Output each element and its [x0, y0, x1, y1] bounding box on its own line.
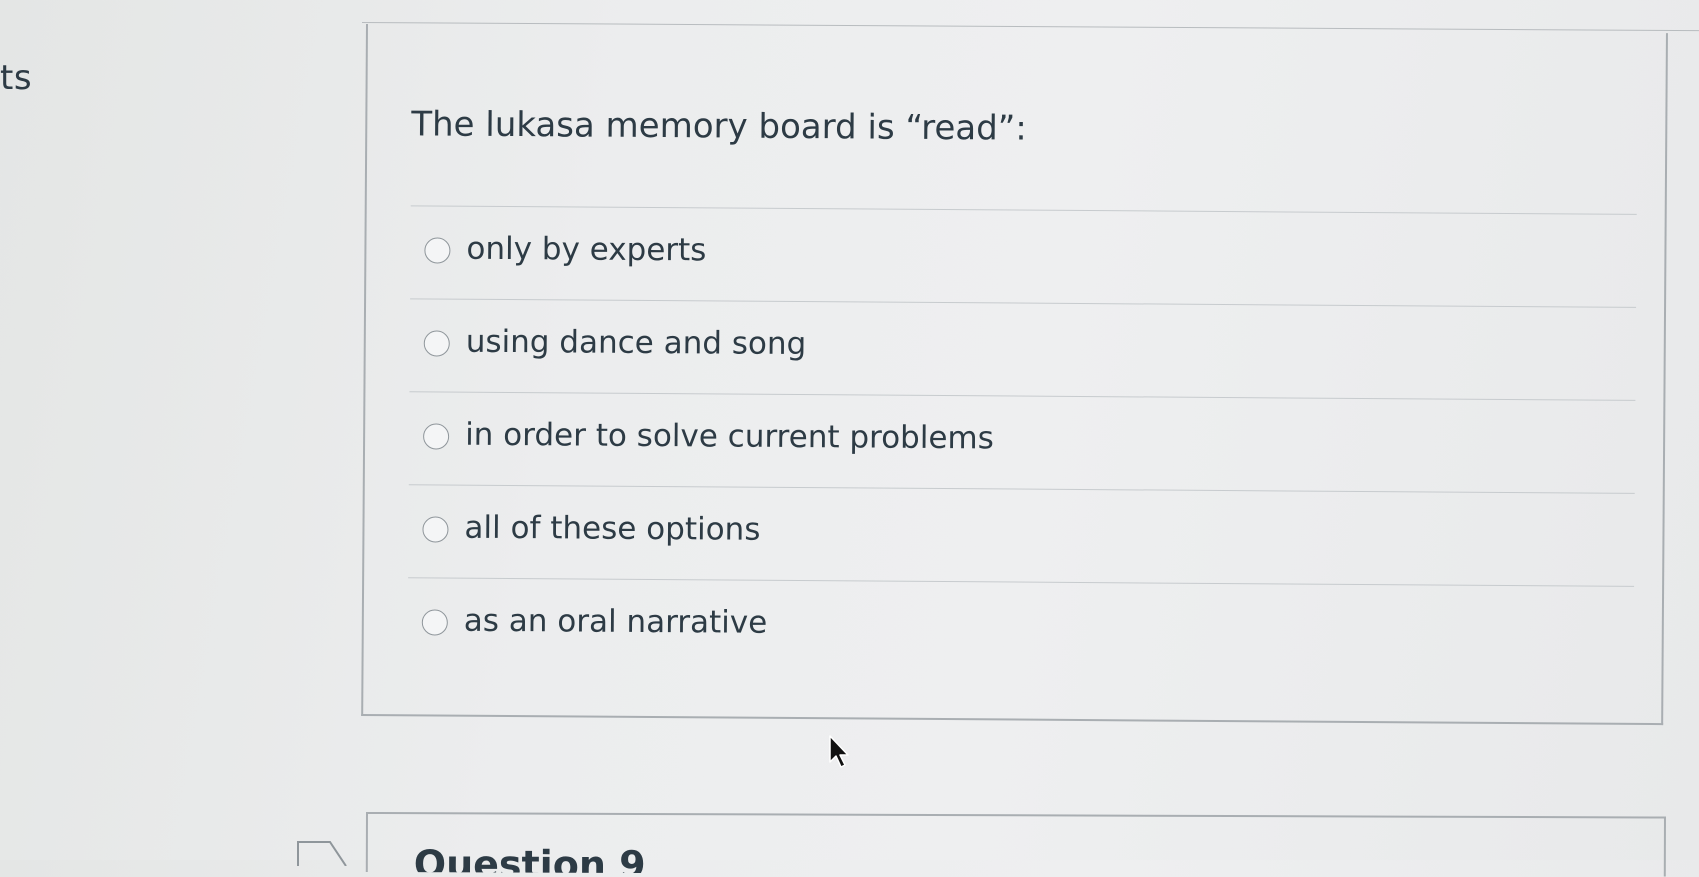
radio-button-icon[interactable]: [424, 237, 451, 264]
question-card: The lukasa memory board is “read”: only …: [361, 24, 1668, 726]
answer-option[interactable]: only by experts: [410, 205, 1637, 307]
mouse-pointer-icon: [829, 735, 849, 768]
answer-label[interactable]: using dance and song: [466, 324, 807, 362]
radio-button-icon[interactable]: [421, 609, 448, 636]
radio-button-icon[interactable]: [423, 330, 450, 357]
answer-label[interactable]: only by experts: [466, 231, 706, 269]
answer-label[interactable]: as an oral narrative: [464, 603, 768, 641]
flag-icon[interactable]: [294, 836, 354, 866]
answer-label[interactable]: in order to solve current problems: [465, 417, 994, 457]
next-question-card: Question 9: [365, 812, 1666, 877]
question-prompt: The lukasa memory board is “read”:: [411, 104, 1027, 149]
radio-button-icon[interactable]: [423, 423, 450, 450]
answer-option[interactable]: all of these options: [408, 484, 1635, 586]
answer-option[interactable]: using dance and song: [409, 298, 1637, 400]
answer-option[interactable]: as an oral narrative: [407, 577, 1635, 679]
answer-list: only by experts using dance and song in …: [407, 205, 1637, 679]
answer-option[interactable]: in order to solve current problems: [408, 391, 1636, 493]
next-question-title: Question 9: [413, 842, 646, 877]
answer-label[interactable]: all of these options: [464, 510, 760, 548]
radio-button-icon[interactable]: [422, 516, 449, 543]
sidebar-points-fragment: ts: [0, 58, 33, 98]
